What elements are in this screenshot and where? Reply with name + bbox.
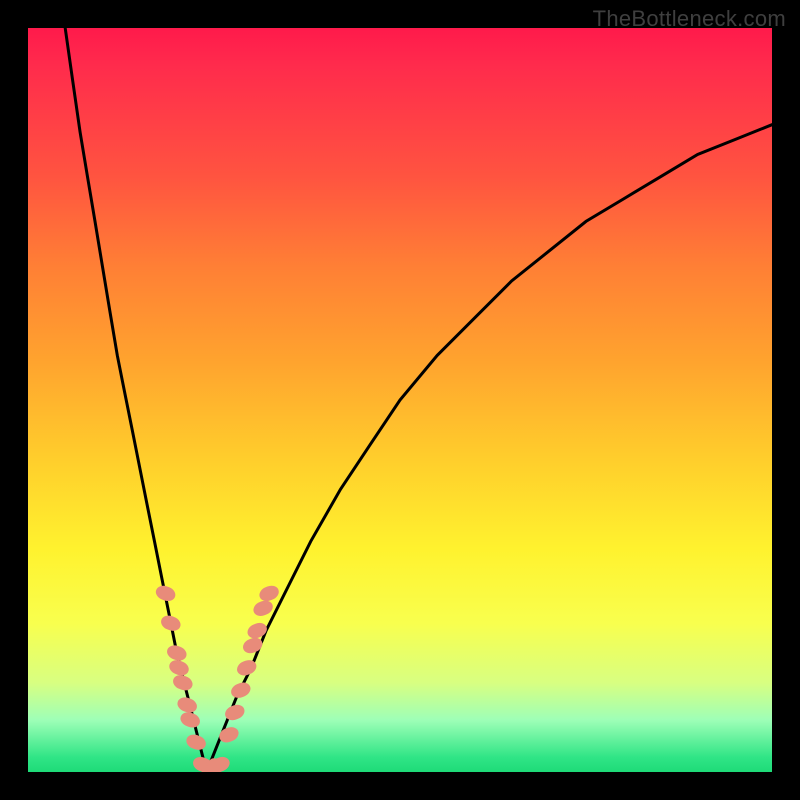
data-point-marker [251,598,275,618]
data-point-marker [159,613,183,633]
data-point-marker [217,725,241,745]
chart-svg [28,28,772,772]
data-point-marker [165,643,189,663]
left-branch-path [65,28,206,772]
right-branch-curve [207,125,772,772]
data-point-marker [241,635,265,655]
data-point-marker [171,673,195,693]
left-branch-curve [65,28,206,772]
right-branch-path [207,125,772,772]
chart-frame: TheBottleneck.com [0,0,800,800]
data-point-marker [184,732,208,752]
plot-area [28,28,772,772]
data-point-marker [175,695,199,715]
data-point-marker [229,680,253,700]
data-point-marker [257,583,281,603]
data-point-marker [178,710,202,730]
watermark-text: TheBottleneck.com [593,6,786,32]
data-point-marker [154,583,178,603]
data-point-marker [167,658,191,678]
data-point-marker [245,620,269,640]
